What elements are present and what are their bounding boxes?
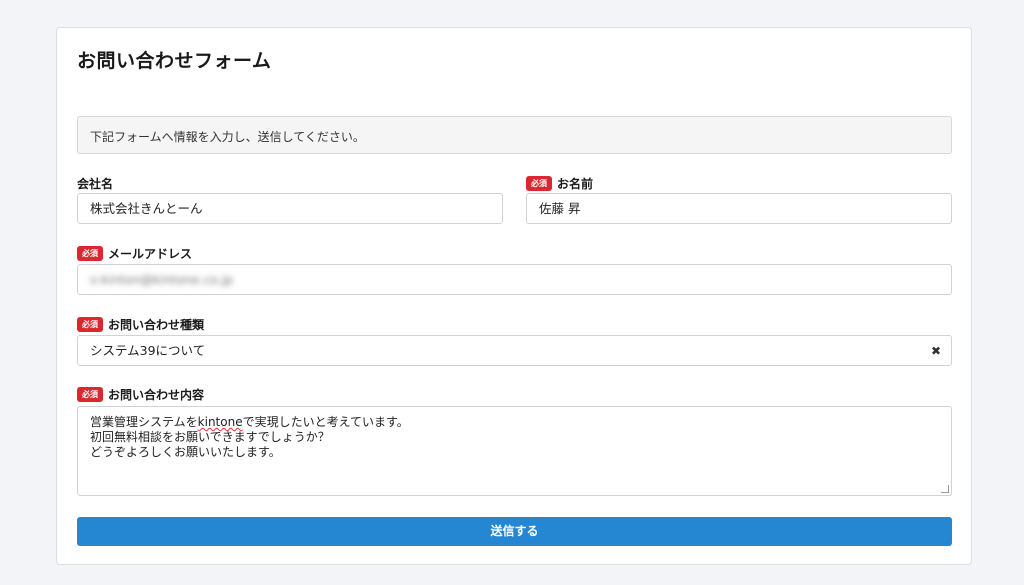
required-badge: 必須: [526, 175, 552, 191]
content-textarea[interactable]: 営業管理システムをkintoneで実現したいと考えています。 初回無料相談をお願…: [77, 406, 952, 496]
email-label-text: メールアドレス: [108, 246, 193, 261]
inquiry-type-value: システム39について: [90, 343, 206, 358]
company-label-text: 会社名: [77, 176, 114, 191]
submit-button[interactable]: 送信する: [77, 517, 952, 546]
content-line-1-post: で実現したいと考えています。: [242, 415, 409, 429]
company-input[interactable]: 株式会社きんとーん: [77, 193, 503, 224]
content-label: 必須 お問い合わせ内容: [77, 386, 204, 402]
content-line-2: 初回無料相談をお願いできますでしょうか？: [90, 430, 330, 444]
email-input-value: s-kinton@kintone.co.jp: [90, 272, 234, 287]
name-input[interactable]: 佐藤 昇: [526, 193, 952, 224]
name-input-value: 佐藤 昇: [539, 201, 581, 216]
page-title: お問い合わせフォーム: [77, 50, 272, 72]
content-line-3: どうぞよろしくお願いいたします。: [90, 445, 281, 459]
clear-icon[interactable]: ✖: [931, 344, 941, 358]
inquiry-type-label-text: お問い合わせ種類: [108, 317, 205, 332]
email-label: 必須 メールアドレス: [77, 245, 192, 261]
resize-handle[interactable]: [941, 485, 949, 493]
name-label-text: お名前: [557, 176, 594, 191]
inquiry-type-label: 必須 お問い合わせ種類: [77, 316, 204, 332]
content-line-1: 営業管理システムをkintoneで実現したいと考えています。: [90, 415, 939, 430]
content-line-1-pre: 営業管理システムを: [90, 415, 198, 429]
required-badge: 必須: [77, 386, 103, 402]
form-card: お問い合わせフォーム 下記フォームへ情報を入力し、送信してください。 会社名 株…: [56, 27, 972, 565]
company-input-value: 株式会社きんとーん: [90, 201, 203, 216]
required-badge: 必須: [77, 316, 103, 332]
inquiry-type-select[interactable]: システム39について ✖: [77, 335, 952, 366]
required-badge: 必須: [77, 245, 103, 261]
company-label: 会社名: [77, 175, 113, 191]
name-label: 必須 お名前: [526, 175, 593, 191]
content-label-text: お問い合わせ内容: [108, 387, 205, 402]
notice-box: 下記フォームへ情報を入力し、送信してください。: [77, 116, 952, 154]
email-input[interactable]: s-kinton@kintone.co.jp: [77, 264, 952, 295]
content-line-1-word: kintone: [197, 415, 243, 429]
